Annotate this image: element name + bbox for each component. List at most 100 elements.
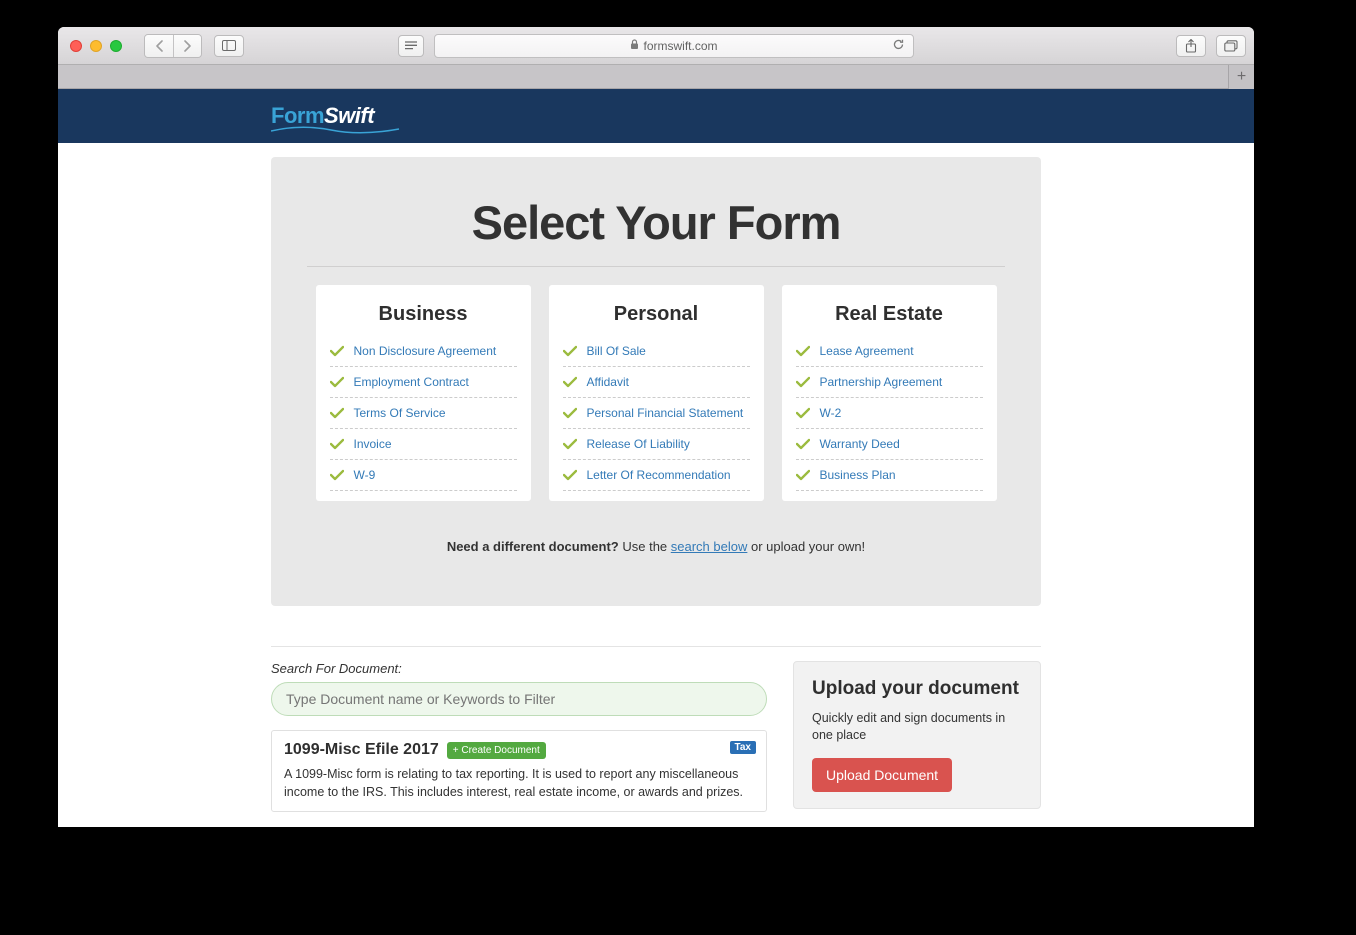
upload-panel: Upload your document Quickly edit and si… xyxy=(793,661,1041,809)
form-link-item: Employment Contract xyxy=(330,367,517,398)
form-link[interactable]: Non Disclosure Agreement xyxy=(354,344,497,358)
divider xyxy=(271,646,1041,647)
check-icon xyxy=(563,406,577,420)
reader-button[interactable] xyxy=(398,35,424,57)
tab-bar: + xyxy=(58,65,1254,89)
form-link[interactable]: Partnership Agreement xyxy=(820,375,943,389)
search-column: Search For Document: 1099-Misc Efile 201… xyxy=(271,661,767,812)
upload-title: Upload your document xyxy=(812,678,1022,700)
page-body: Select Your Form Business Non Disclosure… xyxy=(58,157,1254,812)
check-icon xyxy=(330,344,344,358)
result-description: A 1099-Misc form is relating to tax repo… xyxy=(284,765,754,801)
traffic-lights xyxy=(70,40,122,52)
check-icon xyxy=(330,468,344,482)
result-title: 1099-Misc Efile 2017 xyxy=(284,741,439,759)
address-bar[interactable]: formswift.com xyxy=(434,34,914,58)
tabs-button[interactable] xyxy=(1216,35,1246,57)
form-link-item: Invoice xyxy=(330,429,517,460)
hero-panel: Select Your Form Business Non Disclosure… xyxy=(271,157,1041,606)
address-text: formswift.com xyxy=(643,39,717,53)
right-toolbar xyxy=(1176,35,1246,57)
check-icon xyxy=(563,437,577,451)
form-link-item: Personal Financial Statement xyxy=(563,398,750,429)
form-link-item: W-2 xyxy=(796,398,983,429)
check-icon xyxy=(796,406,810,420)
form-link[interactable]: Affidavit xyxy=(587,375,629,389)
logo-part-1: Form xyxy=(271,103,324,128)
search-result: 1099-Misc Efile 2017 + Create Document T… xyxy=(271,730,767,812)
form-link-item: Partnership Agreement xyxy=(796,367,983,398)
card-heading: Real Estate xyxy=(796,303,983,326)
check-icon xyxy=(796,375,810,389)
safari-window: formswift.com + FormSwift xyxy=(58,27,1254,827)
form-link-item: Terms Of Service xyxy=(330,398,517,429)
address-group: formswift.com xyxy=(398,34,914,58)
search-input[interactable] xyxy=(271,682,767,716)
form-link[interactable]: Lease Agreement xyxy=(820,344,914,358)
search-label: Search For Document: xyxy=(271,661,767,676)
form-link[interactable]: Letter Of Recommendation xyxy=(587,468,731,482)
form-link[interactable]: Terms Of Service xyxy=(354,406,446,420)
nav-back-forward xyxy=(144,34,202,58)
create-document-button[interactable]: + Create Document xyxy=(447,742,546,759)
form-link[interactable]: Warranty Deed xyxy=(820,437,900,451)
page-viewport: FormSwift Select Your Form Business Non … xyxy=(58,89,1254,827)
new-tab-button[interactable]: + xyxy=(1228,65,1254,89)
form-link-item: Bill Of Sale xyxy=(563,336,750,367)
forward-button[interactable] xyxy=(173,35,201,57)
prompt-bold: Need a different document? xyxy=(447,539,619,554)
maximize-window-button[interactable] xyxy=(110,40,122,52)
page-title: Select Your Form xyxy=(307,195,1005,267)
form-link[interactable]: W-2 xyxy=(820,406,842,420)
site-header: FormSwift xyxy=(58,89,1254,143)
lower-section: Search For Document: 1099-Misc Efile 201… xyxy=(271,661,1041,812)
form-link[interactable]: Bill Of Sale xyxy=(587,344,646,358)
reload-button[interactable] xyxy=(892,38,905,54)
check-icon xyxy=(796,437,810,451)
share-button[interactable] xyxy=(1176,35,1206,57)
search-below-link[interactable]: search below xyxy=(671,539,748,554)
form-link-item: Warranty Deed xyxy=(796,429,983,460)
back-button[interactable] xyxy=(145,35,173,57)
form-link[interactable]: Personal Financial Statement xyxy=(587,406,744,420)
form-link-item: W-9 xyxy=(330,460,517,491)
prompt-text: Use the xyxy=(619,539,671,554)
card-business: Business Non Disclosure Agreement Employ… xyxy=(316,285,531,501)
category-cards: Business Non Disclosure Agreement Employ… xyxy=(307,285,1005,501)
form-link-item: Letter Of Recommendation xyxy=(563,460,750,491)
logo-part-2: Swift xyxy=(324,103,374,128)
check-icon xyxy=(330,406,344,420)
form-link-item: Lease Agreement xyxy=(796,336,983,367)
titlebar: formswift.com xyxy=(58,27,1254,65)
form-link-item: Non Disclosure Agreement xyxy=(330,336,517,367)
tag-badge: Tax xyxy=(730,741,757,754)
minimize-window-button[interactable] xyxy=(90,40,102,52)
check-icon xyxy=(563,375,577,389)
form-link[interactable]: Business Plan xyxy=(820,468,896,482)
check-icon xyxy=(563,468,577,482)
different-document-prompt: Need a different document? Use the searc… xyxy=(307,521,1005,562)
form-link[interactable]: W-9 xyxy=(354,468,376,482)
form-link[interactable]: Release Of Liability xyxy=(587,437,690,451)
check-icon xyxy=(796,344,810,358)
form-link[interactable]: Employment Contract xyxy=(354,375,469,389)
check-icon xyxy=(330,437,344,451)
form-link-item: Business Plan xyxy=(796,460,983,491)
upload-document-button[interactable]: Upload Document xyxy=(812,758,952,792)
form-link-item: Release Of Liability xyxy=(563,429,750,460)
check-icon xyxy=(563,344,577,358)
sidebar-toggle-button[interactable] xyxy=(214,35,244,57)
prompt-text-after: or upload your own! xyxy=(747,539,865,554)
card-heading: Business xyxy=(330,303,517,326)
check-icon xyxy=(796,468,810,482)
form-link[interactable]: Invoice xyxy=(354,437,392,451)
close-window-button[interactable] xyxy=(70,40,82,52)
card-heading: Personal xyxy=(563,303,750,326)
upload-description: Quickly edit and sign documents in one p… xyxy=(812,710,1022,744)
check-icon xyxy=(330,375,344,389)
form-link-item: Affidavit xyxy=(563,367,750,398)
lock-icon xyxy=(630,39,639,53)
logo[interactable]: FormSwift xyxy=(271,103,374,129)
card-personal: Personal Bill Of Sale Affidavit Personal… xyxy=(549,285,764,501)
card-real-estate: Real Estate Lease Agreement Partnership … xyxy=(782,285,997,501)
